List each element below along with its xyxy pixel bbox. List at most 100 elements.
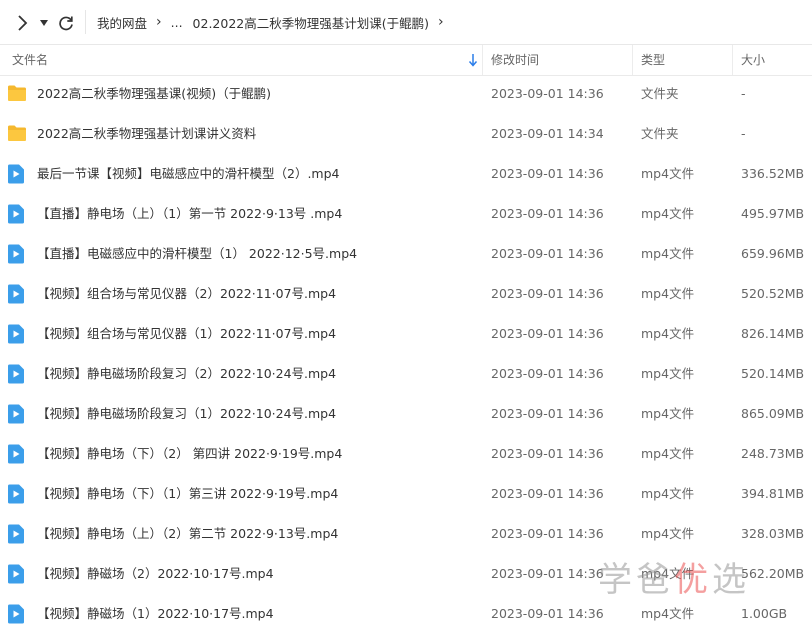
breadcrumb: 我的网盘 › ... 02.2022高二秋季物理强基计划课(于鲲鹏) › — [97, 0, 453, 44]
file-name[interactable]: 【视频】静磁场（2）2022·10·17号.mp4 — [37, 554, 477, 594]
column-header-modified[interactable]: 修改时间 — [491, 45, 539, 75]
file-type: mp4文件 — [641, 246, 695, 261]
file-name[interactable]: 2022高二秋季物理强基课(视频)（于鲲鹏) — [37, 74, 477, 114]
file-modified-time: 2023-09-01 14:36 — [491, 526, 604, 541]
file-modified-time: 2023-09-01 14:36 — [491, 86, 604, 101]
file-row[interactable]: 最后一节课【视频】电磁感应中的滑杆模型（2）.mp4 2023-09-01 14:… — [0, 154, 812, 194]
file-size: 520.14MB — [741, 366, 805, 381]
file-type: mp4文件 — [641, 406, 695, 421]
file-modified-time: 2023-09-01 14:36 — [491, 566, 604, 581]
video-icon — [7, 204, 27, 224]
file-modified-time: 2023-09-01 14:36 — [491, 246, 604, 261]
file-size: - — [741, 126, 746, 141]
file-modified-time: 2023-09-01 14:36 — [491, 206, 604, 221]
file-modified-time: 2023-09-01 14:36 — [491, 286, 604, 301]
file-size: 826.14MB — [741, 326, 805, 341]
file-name[interactable]: 【视频】静磁场（1）2022·10·17号.mp4 — [37, 594, 477, 634]
video-icon — [7, 164, 27, 184]
column-divider[interactable] — [732, 45, 733, 75]
column-header-size[interactable]: 大小 — [741, 45, 765, 75]
file-name[interactable]: 【视频】静电场（下）（2） 第四讲 2022·9·19号.mp4 — [37, 434, 477, 474]
file-size: 562.20MB — [741, 566, 805, 581]
refresh-icon[interactable] — [57, 14, 75, 32]
video-icon — [7, 604, 27, 624]
file-type: mp4文件 — [641, 526, 695, 541]
file-type: mp4文件 — [641, 206, 695, 221]
file-row[interactable]: 【视频】静电场（下）（2） 第四讲 2022·9·19号.mp4 2023-09-… — [0, 434, 812, 474]
file-type: mp4文件 — [641, 166, 695, 181]
file-name[interactable]: 【直播】电磁感应中的滑杆模型（1） 2022·12·5号.mp4 — [37, 234, 477, 274]
video-icon — [7, 364, 27, 384]
file-row[interactable]: 【视频】组合场与常见仪器（2）2022·11·07号.mp4 2023-09-01… — [0, 274, 812, 314]
column-header-type[interactable]: 类型 — [641, 45, 665, 75]
toolbar-divider — [85, 10, 86, 34]
breadcrumb-current[interactable]: 02.2022高二秋季物理强基计划课(于鲲鹏) — [193, 13, 429, 32]
file-type: mp4文件 — [641, 286, 695, 301]
file-size: 248.73MB — [741, 446, 805, 461]
file-list-header: 文件名 修改时间 类型 大小 — [0, 44, 812, 76]
file-row[interactable]: 【视频】组合场与常见仪器（1）2022·11·07号.mp4 2023-09-01… — [0, 314, 812, 354]
file-size: 336.52MB — [741, 166, 805, 181]
file-modified-time: 2023-09-01 14:36 — [491, 446, 604, 461]
file-type: mp4文件 — [641, 326, 695, 341]
video-icon — [7, 524, 27, 544]
column-header-name[interactable]: 文件名 — [12, 45, 48, 75]
file-row[interactable]: 2022高二秋季物理强基计划课讲义资料 2023-09-01 14:34 文件夹 - — [0, 114, 812, 154]
file-row[interactable]: 【直播】电磁感应中的滑杆模型（1） 2022·12·5号.mp4 2023-09-… — [0, 234, 812, 274]
file-modified-time: 2023-09-01 14:36 — [491, 606, 604, 621]
file-row[interactable]: 【视频】静电场（下）（1）第三讲 2022·9·19号.mp4 2023-09-0… — [0, 474, 812, 514]
file-name[interactable]: 【视频】静电磁场阶段复习（2）2022·10·24号.mp4 — [37, 354, 477, 394]
file-modified-time: 2023-09-01 14:36 — [491, 406, 604, 421]
file-size: 394.81MB — [741, 486, 805, 501]
breadcrumb-ellipsis[interactable]: ... — [171, 15, 183, 30]
file-modified-time: 2023-09-01 14:36 — [491, 366, 604, 381]
file-modified-time: 2023-09-01 14:36 — [491, 166, 604, 181]
video-icon — [7, 564, 27, 584]
chevron-right-icon[interactable]: › — [438, 14, 444, 30]
file-size: - — [741, 86, 746, 101]
file-size: 495.97MB — [741, 206, 805, 221]
file-name[interactable]: 【视频】静电场（下）（1）第三讲 2022·9·19号.mp4 — [37, 474, 477, 514]
folder-icon — [7, 124, 27, 144]
video-icon — [7, 444, 27, 464]
file-row[interactable]: 【视频】静电磁场阶段复习（2）2022·10·24号.mp4 2023-09-01… — [0, 354, 812, 394]
file-size: 1.00GB — [741, 606, 788, 621]
file-row[interactable]: 【视频】静电场（上）（2）第二节 2022·9·13号.mp4 2023-09-0… — [0, 514, 812, 554]
file-size: 865.09MB — [741, 406, 805, 421]
file-modified-time: 2023-09-01 14:36 — [491, 326, 604, 341]
chevron-right-icon[interactable] — [14, 14, 30, 32]
file-row[interactable]: 【视频】静磁场（1）2022·10·17号.mp4 2023-09-01 14:3… — [0, 594, 812, 634]
file-type: mp4文件 — [641, 446, 695, 461]
file-row[interactable]: 2022高二秋季物理强基课(视频)（于鲲鹏) 2023-09-01 14:36 文件… — [0, 74, 812, 114]
video-icon — [7, 324, 27, 344]
navigation-bar: 我的网盘 › ... 02.2022高二秋季物理强基计划课(于鲲鹏) › — [0, 0, 812, 44]
video-icon — [7, 404, 27, 424]
caret-down-icon[interactable] — [38, 18, 50, 28]
file-name[interactable]: 2022高二秋季物理强基计划课讲义资料 — [37, 114, 477, 154]
video-icon — [7, 484, 27, 504]
file-row[interactable]: 【视频】静磁场（2）2022·10·17号.mp4 2023-09-01 14:3… — [0, 554, 812, 594]
folder-icon — [7, 84, 27, 104]
file-name[interactable]: 【视频】静电场（上）（2）第二节 2022·9·13号.mp4 — [37, 514, 477, 554]
chevron-right-icon: › — [156, 14, 162, 30]
column-divider[interactable] — [482, 45, 483, 75]
sort-down-arrow-icon[interactable] — [468, 53, 478, 67]
file-name[interactable]: 【直播】静电场（上）（1）第一节 2022·9·13号 .mp4 — [37, 194, 477, 234]
file-size: 520.52MB — [741, 286, 805, 301]
file-row[interactable]: 【直播】静电场（上）（1）第一节 2022·9·13号 .mp4 2023-09-… — [0, 194, 812, 234]
file-modified-time: 2023-09-01 14:36 — [491, 486, 604, 501]
file-type: 文件夹 — [641, 86, 679, 101]
file-row[interactable]: 【视频】静电磁场阶段复习（1）2022·10·24号.mp4 2023-09-01… — [0, 394, 812, 434]
column-divider[interactable] — [632, 45, 633, 75]
file-type: mp4文件 — [641, 486, 695, 501]
file-name[interactable]: 【视频】组合场与常见仪器（2）2022·11·07号.mp4 — [37, 274, 477, 314]
file-modified-time: 2023-09-01 14:34 — [491, 126, 604, 141]
file-list: 2022高二秋季物理强基课(视频)（于鲲鹏) 2023-09-01 14:36 文件… — [0, 74, 812, 634]
file-name[interactable]: 【视频】组合场与常见仪器（1）2022·11·07号.mp4 — [37, 314, 477, 354]
file-name[interactable]: 最后一节课【视频】电磁感应中的滑杆模型（2）.mp4 — [37, 154, 477, 194]
file-name[interactable]: 【视频】静电磁场阶段复习（1）2022·10·24号.mp4 — [37, 394, 477, 434]
breadcrumb-root[interactable]: 我的网盘 — [97, 13, 147, 32]
video-icon — [7, 244, 27, 264]
file-type: mp4文件 — [641, 366, 695, 381]
file-type: 文件夹 — [641, 126, 679, 141]
